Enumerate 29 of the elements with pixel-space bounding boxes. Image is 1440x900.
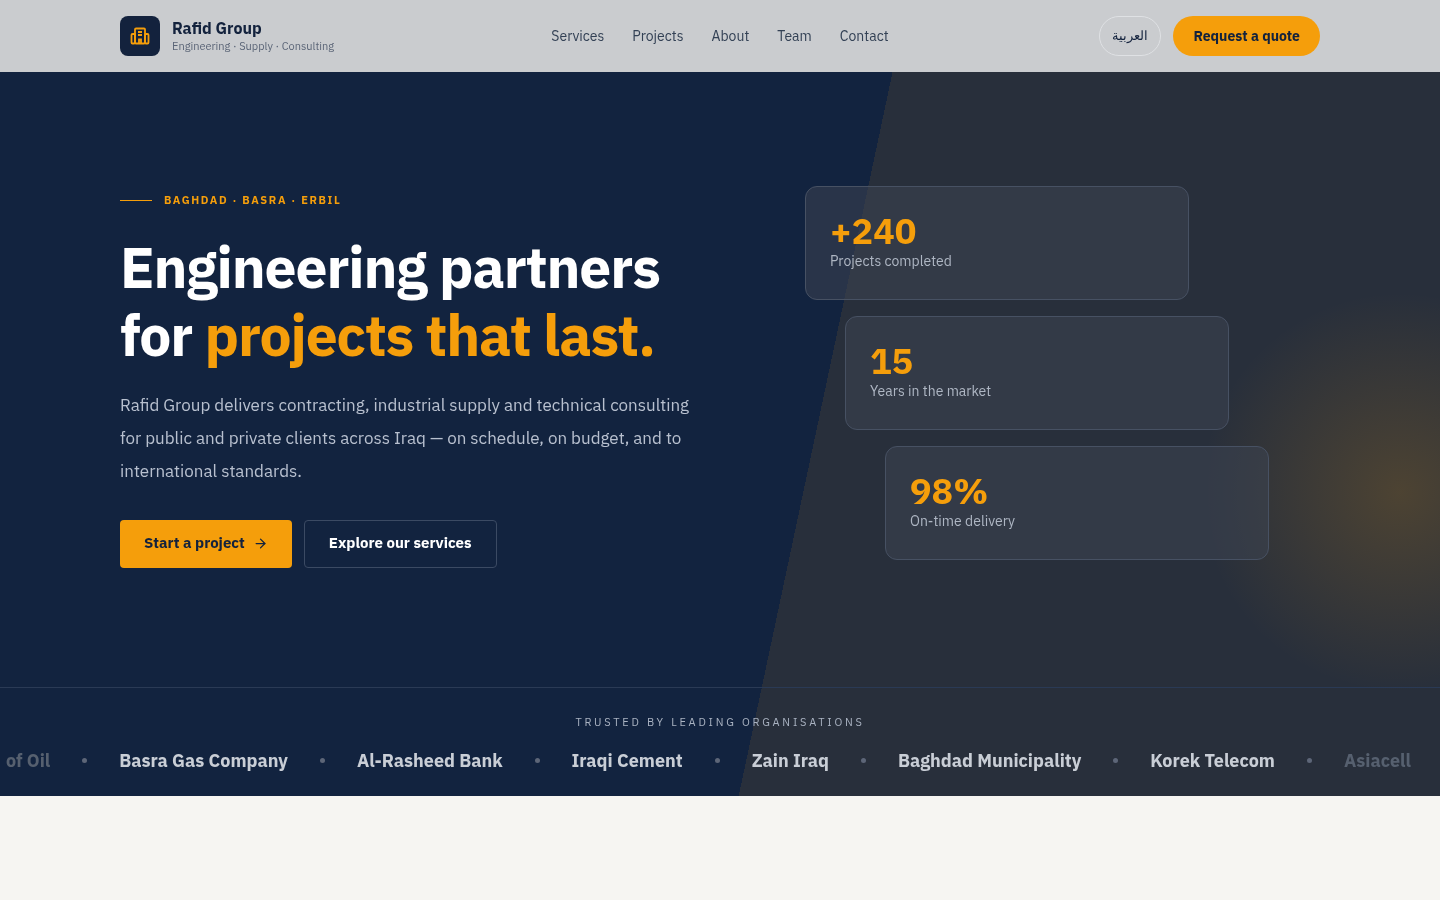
client-logo: Zain Iraq [751,747,829,774]
brand-tagline: Engineering · Supply · Consulting [172,38,335,54]
client-logo: Basra Gas Company [119,747,288,774]
nav-link[interactable]: Services [551,25,605,47]
arrow-right-icon [252,536,268,551]
request-quote-button[interactable]: Request a quote [1173,16,1320,56]
nav-link[interactable]: Projects [632,25,684,47]
nav-link[interactable]: Team [777,25,812,47]
stat-label: On-time delivery [910,511,1016,532]
client-logo: Korek Telecom [1150,747,1275,774]
client-logo: Al-Rasheed Bank [356,747,503,774]
start-project-button[interactable]: Start a project [120,519,292,568]
brand-name: Rafid Group [172,18,263,38]
stat-value: 15 [870,341,915,381]
client-logo: Baghdad Municipality [897,747,1082,774]
building-icon[interactable] [120,16,160,56]
nav-link[interactable]: Contact [839,25,889,47]
client-logo: of Oil [6,747,51,774]
client-logo: Iraqi Cement [571,747,683,774]
hero-eyebrow: BAGHDAD · BASRA · ERBIL [164,192,342,209]
nav-link[interactable]: About [711,25,750,47]
explore-services-button[interactable]: Explore our services [303,519,497,568]
stat-label: Years in the market [870,381,993,402]
stat-value: +240 [830,211,918,251]
hero-description: Rafid Group delivers contracting, industrial supply and technical consulting for public and private clients across Iraq — on schedule, on budget, and to international standards. [120,392,691,484]
stat-value: 98% [910,471,990,511]
trusted-heading: TRUSTED BY LEADING ORGANISATIONS [575,714,865,731]
stat-label: Projects completed [830,251,953,272]
hero-title: Engineering partners for projects that last. [120,232,661,369]
